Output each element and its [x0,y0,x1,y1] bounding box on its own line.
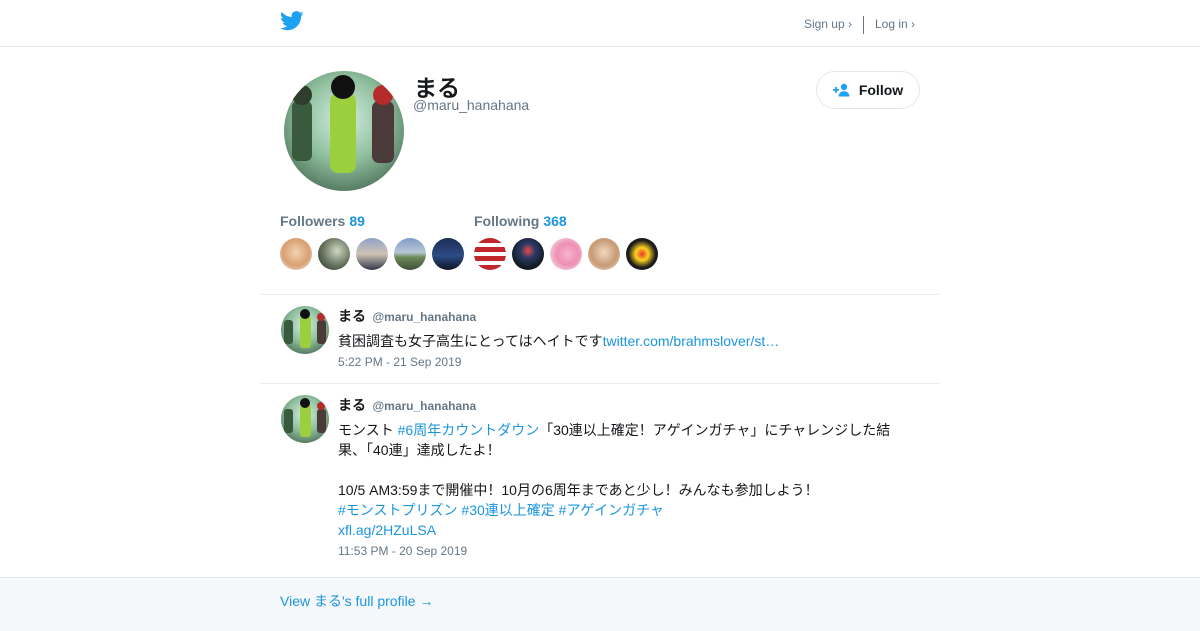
following-section: Following 368 [474,213,664,270]
follower-avatar[interactable] [356,238,388,270]
tweet[interactable]: まる @maru_hanahana 貧困調査も女子高生にとってはヘイトですtwi… [280,306,920,376]
divider [260,383,940,384]
tweet-text-segment: モンスト [338,422,398,438]
tweet-text: モンスト #6周年カウントダウン「30連以上確定！アゲインガチャ」にチャレンジし… [338,420,918,540]
tweet-body: まる @maru_hanahana モンスト #6周年カウントダウン「30連以上… [338,395,918,558]
tweet-timestamp[interactable]: 5:22 PM - 21 Sep 2019 [338,355,918,369]
tweet[interactable]: まる @maru_hanahana モンスト #6周年カウントダウン「30連以上… [280,395,920,565]
profile-handle: @maru_hanahana [413,97,530,113]
following-avatar[interactable] [626,238,658,270]
following-avatar[interactable] [512,238,544,270]
following-label: Following [474,213,540,229]
add-user-icon [832,83,850,97]
top-bar: Sign up › Log in › [0,0,1200,47]
view-full-profile-link[interactable]: View まる's full profile → [280,591,433,611]
tweet-timestamp[interactable]: 11:53 PM - 20 Sep 2019 [338,544,918,558]
following-avatar[interactable] [550,238,582,270]
footer-bar: View まる's full profile → [0,577,1200,631]
follow-button[interactable]: Follow [816,71,920,109]
tweet-avatar[interactable] [281,395,329,443]
profile-avatar-art [292,75,394,173]
profile-header: まる @maru_hanahana Follow Followers 89 Fol… [280,71,920,281]
tweet-avatar-art [284,398,326,437]
tweet-header: まる @maru_hanahana [338,306,918,326]
twitter-bird-icon[interactable] [280,11,304,31]
hashtag-link[interactable]: #アゲインガチャ [559,502,664,518]
follower-avatar[interactable] [280,238,312,270]
followers-count: 89 [349,213,365,229]
tweet-author-handle[interactable]: @maru_hanahana [372,399,476,413]
tweet-author-handle[interactable]: @maru_hanahana [372,310,476,324]
hashtag-link[interactable]: #30連以上確定 [461,502,554,518]
signup-link[interactable]: Sign up › [804,17,852,31]
following-count: 368 [543,213,567,229]
follower-avatar[interactable] [432,238,464,270]
profile-avatar[interactable] [284,71,404,191]
tweet-body: まる @maru_hanahana 貧困調査も女子高生にとってはヘイトですtwi… [338,306,918,369]
tweet-author-name[interactable]: まる [338,308,366,324]
tweet-avatar[interactable] [281,306,329,354]
top-nav: Sign up › Log in › [804,15,915,34]
tweet-avatar-art [284,309,326,348]
tweet-link[interactable]: xfl.ag/2HZuLSA [338,522,436,538]
followers-section: Followers 89 [280,213,470,270]
tweet-text-body: 貧困調査も女子高生にとってはヘイトです [338,333,603,349]
following-avatar[interactable] [474,238,506,270]
tweet-header: まる @maru_hanahana [338,395,918,415]
followers-avatars [280,238,470,270]
following-heading[interactable]: Following 368 [474,213,664,231]
tweet-author-name[interactable]: まる [338,397,366,413]
hashtag-link[interactable]: #モンストプリズン [338,502,458,518]
follow-button-label: Follow [858,82,904,98]
followers-label: Followers [280,213,346,229]
follower-avatar[interactable] [318,238,350,270]
login-link[interactable]: Log in › [875,17,915,31]
tweet-link[interactable]: twitter.com/brahmslover/st… [603,333,780,349]
follower-avatar[interactable] [394,238,426,270]
hashtag-link[interactable]: #6周年カウントダウン [398,422,540,438]
following-avatars [474,238,664,270]
tweet-text: 貧困調査も女子高生にとってはヘイトですtwitter.com/brahmslov… [338,331,918,351]
followers-heading[interactable]: Followers 89 [280,213,470,231]
divider [260,294,940,295]
nav-divider [862,16,864,34]
following-avatar[interactable] [588,238,620,270]
